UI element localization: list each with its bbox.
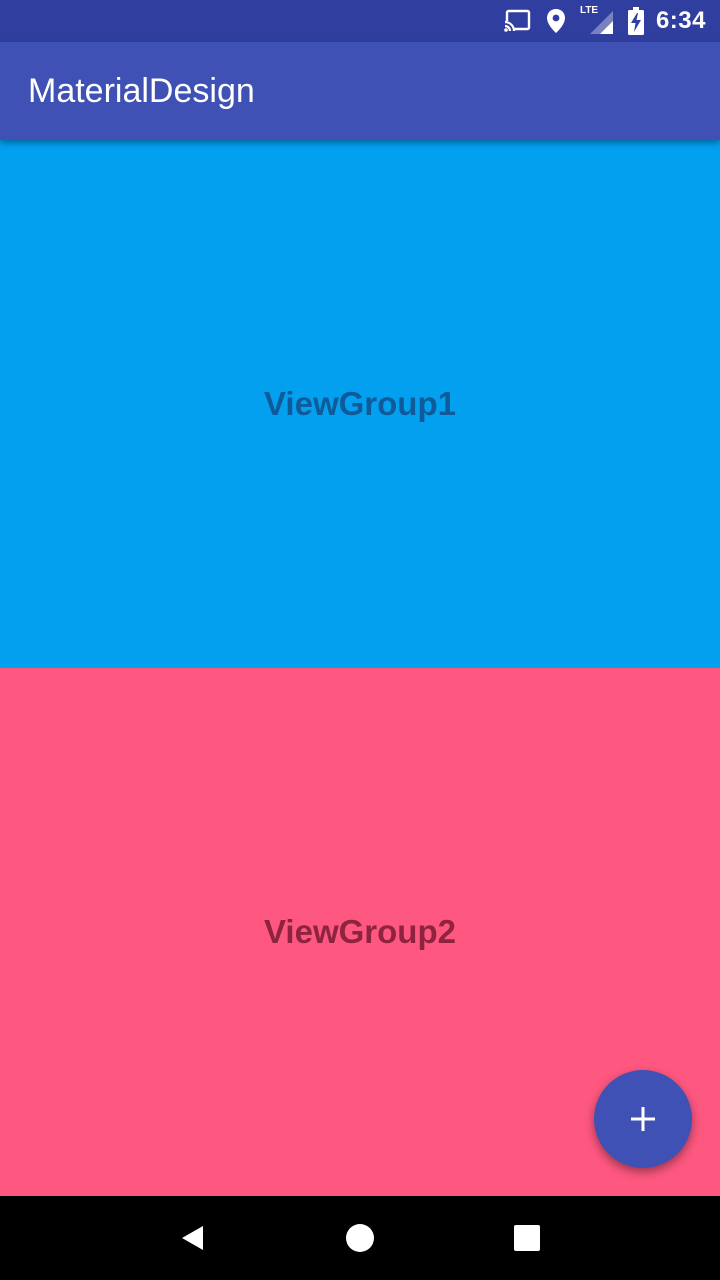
status-bar: LTE 6:34 <box>0 0 720 42</box>
navigation-bar <box>0 1196 720 1280</box>
back-button[interactable] <box>163 1208 223 1268</box>
view-group-2-label: ViewGroup2 <box>264 913 456 950</box>
home-button[interactable] <box>330 1208 390 1268</box>
view-group-1-label: ViewGroup1 <box>264 385 456 422</box>
screen: LTE 6:34 MaterialDesign ViewGroup1 ViewG… <box>0 0 720 1280</box>
recents-button[interactable] <box>497 1208 557 1268</box>
plus-icon <box>631 1107 655 1131</box>
home-icon <box>345 1224 374 1252</box>
app-bar: MaterialDesign <box>0 42 720 140</box>
battery-charging-icon <box>627 7 644 35</box>
back-icon <box>182 1226 204 1250</box>
view-group-1: ViewGroup1 <box>0 140 720 668</box>
signal-icon: LTE <box>580 5 614 35</box>
app-title: MaterialDesign <box>28 71 255 110</box>
recents-icon <box>513 1225 540 1251</box>
location-icon <box>546 8 566 34</box>
status-clock: 6:34 <box>655 7 706 34</box>
cast-icon <box>503 9 532 33</box>
add-fab-button[interactable] <box>594 1070 692 1168</box>
